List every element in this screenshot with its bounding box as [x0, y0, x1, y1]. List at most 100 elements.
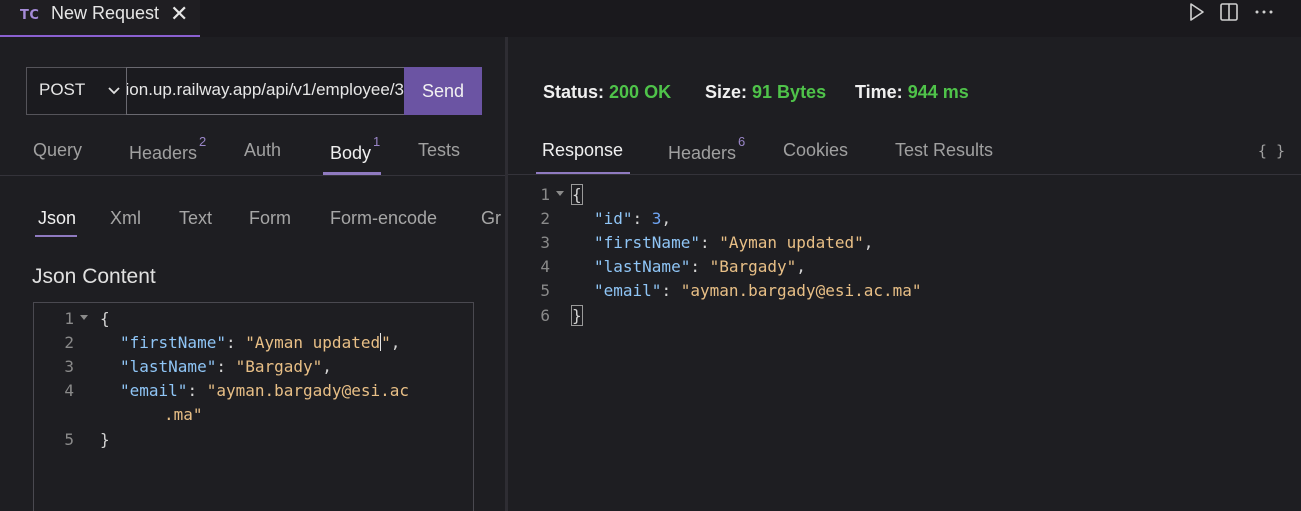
fold-arrow-icon[interactable] — [79, 314, 89, 322]
body-tab-form-encode[interactable]: Form-encode — [330, 208, 437, 229]
json-number: 3 — [651, 209, 662, 228]
tab-badge: 6 — [738, 134, 746, 149]
editor-tab-bar: TC New Request ✕ — [0, 0, 1301, 37]
status-info: Status: 200 OK — [543, 82, 671, 103]
chevron-down-icon — [108, 87, 120, 95]
tab-headers[interactable]: Headers2 — [129, 134, 206, 164]
json-key: "firstName" — [120, 333, 226, 352]
json-string: "Ayman updated" — [719, 233, 864, 252]
line-number: 3 — [64, 357, 74, 376]
line-number: 5 — [540, 281, 550, 300]
line-number: 5 — [64, 430, 74, 449]
line-number: 4 — [64, 381, 74, 400]
code-line: "email": "ayman.bargady@esi.ac.ma" — [594, 281, 922, 300]
json-string: "ayman.bargady@esi.ac.ma" — [680, 281, 922, 300]
tab-new-request[interactable]: TC New Request ✕ — [0, 0, 200, 37]
line-number: 3 — [540, 233, 550, 252]
brace: { — [100, 309, 110, 328]
tab-auth[interactable]: Auth — [244, 140, 281, 161]
body-tab-xml[interactable]: Xml — [110, 208, 141, 229]
tab-response-headers[interactable]: Headers6 — [668, 134, 745, 164]
response-pane: Status: 200 OK Size: 91 Bytes Time: 944 … — [508, 37, 1301, 511]
status-label: Status: — [543, 82, 605, 102]
time-value: 944 ms — [907, 82, 969, 102]
tab-query[interactable]: Query — [33, 140, 82, 161]
size-label: Size: — [705, 82, 748, 102]
tab-title: New Request — [51, 3, 160, 23]
code-line: } — [100, 430, 110, 449]
json-key: "email" — [594, 281, 662, 300]
method-value: POST — [39, 80, 86, 99]
json-string: "Bargady" — [235, 357, 323, 376]
tab-label: Query — [33, 140, 83, 160]
json-key: "id" — [594, 209, 633, 228]
split-editor-icon[interactable] — [1219, 2, 1239, 22]
tab-label: Headers — [668, 143, 737, 163]
body-tab-json[interactable]: Json — [38, 208, 76, 229]
url-value: https://employee-api-production.up.railw… — [126, 80, 404, 99]
code-line: "id": 3, — [594, 209, 672, 228]
tab-badge: 1 — [373, 134, 381, 149]
line-number: 6 — [540, 306, 550, 325]
tab-label: Auth — [244, 140, 282, 160]
line-number: 1 — [64, 309, 74, 328]
json-string: "ayman.bargady@esi.ac — [206, 381, 409, 400]
time-info: Time: 944 ms — [855, 82, 969, 103]
response-body-viewer: 1 { 2 "id": 3, 3 "firstName": "Ayman upd… — [508, 182, 1301, 382]
status-value: 200 OK — [609, 82, 672, 102]
tab-label: Headers — [129, 143, 198, 163]
line-number: 2 — [64, 333, 74, 352]
line-number: 2 — [540, 209, 550, 228]
run-icon[interactable] — [1186, 2, 1206, 22]
tab-label: Test Results — [895, 140, 994, 160]
thunder-client-logo-icon: TC — [20, 8, 40, 23]
tab-label: Body — [330, 143, 372, 163]
fold-arrow-icon[interactable] — [555, 190, 565, 198]
size-value: 91 Bytes — [752, 82, 827, 102]
json-content-label: Json Content — [32, 265, 156, 288]
code-line: "firstName": "Ayman updated", — [594, 233, 874, 252]
close-icon[interactable]: ✕ — [170, 1, 188, 27]
json-key: "lastName" — [120, 357, 217, 376]
request-pane: POST https://employee-api-production.up.… — [0, 37, 505, 511]
tab-badge: 2 — [199, 134, 207, 149]
code-line: "firstName": "Ayman updated", — [120, 333, 401, 352]
active-body-tab-indicator — [35, 235, 77, 237]
brace: } — [571, 305, 583, 326]
body-tab-form[interactable]: Form — [249, 208, 291, 229]
send-button[interactable]: Send — [404, 67, 482, 115]
body-tab-graphql[interactable]: Gr — [481, 208, 502, 229]
code-line: "lastName": "Bargady", — [120, 357, 332, 376]
more-icon[interactable] — [1254, 2, 1274, 22]
tab-label: Tests — [418, 140, 461, 160]
code-line: "lastName": "Bargady", — [594, 257, 806, 276]
brace: } — [100, 430, 110, 449]
tab-response[interactable]: Response — [542, 140, 623, 161]
method-select[interactable]: POST — [26, 67, 127, 115]
tab-label: Response — [542, 140, 624, 160]
code-line-wrap: .ma" — [164, 405, 203, 424]
json-key: "email" — [120, 381, 188, 400]
code-line: "email": "ayman.bargady@esi.ac — [120, 381, 409, 400]
size-info: Size: 91 Bytes — [705, 82, 826, 103]
format-json-button[interactable]: { } — [1258, 142, 1285, 160]
divider — [0, 175, 505, 176]
tab-label: Cookies — [783, 140, 849, 160]
tab-cookies[interactable]: Cookies — [783, 140, 848, 161]
json-key: "firstName" — [594, 233, 700, 252]
json-body-editor[interactable]: 1 { 2 "firstName": "Ayman updated", 3 "l… — [33, 302, 474, 511]
json-string: "Ayman updated — [245, 333, 381, 352]
body-tab-text[interactable]: Text — [179, 208, 212, 229]
url-input[interactable]: https://employee-api-production.up.railw… — [126, 67, 405, 115]
code-line: { — [100, 309, 110, 328]
tab-tests[interactable]: Tests — [418, 140, 460, 161]
divider — [508, 174, 1301, 175]
line-number: 4 — [540, 257, 550, 276]
line-number: 1 — [540, 185, 550, 204]
tab-test-results[interactable]: Test Results — [895, 140, 993, 161]
code-line: } — [571, 305, 583, 326]
time-label: Time: — [855, 82, 903, 102]
json-string: .ma" — [164, 405, 203, 424]
tab-body[interactable]: Body1 — [330, 134, 380, 164]
json-string: "Bargady" — [709, 257, 797, 276]
